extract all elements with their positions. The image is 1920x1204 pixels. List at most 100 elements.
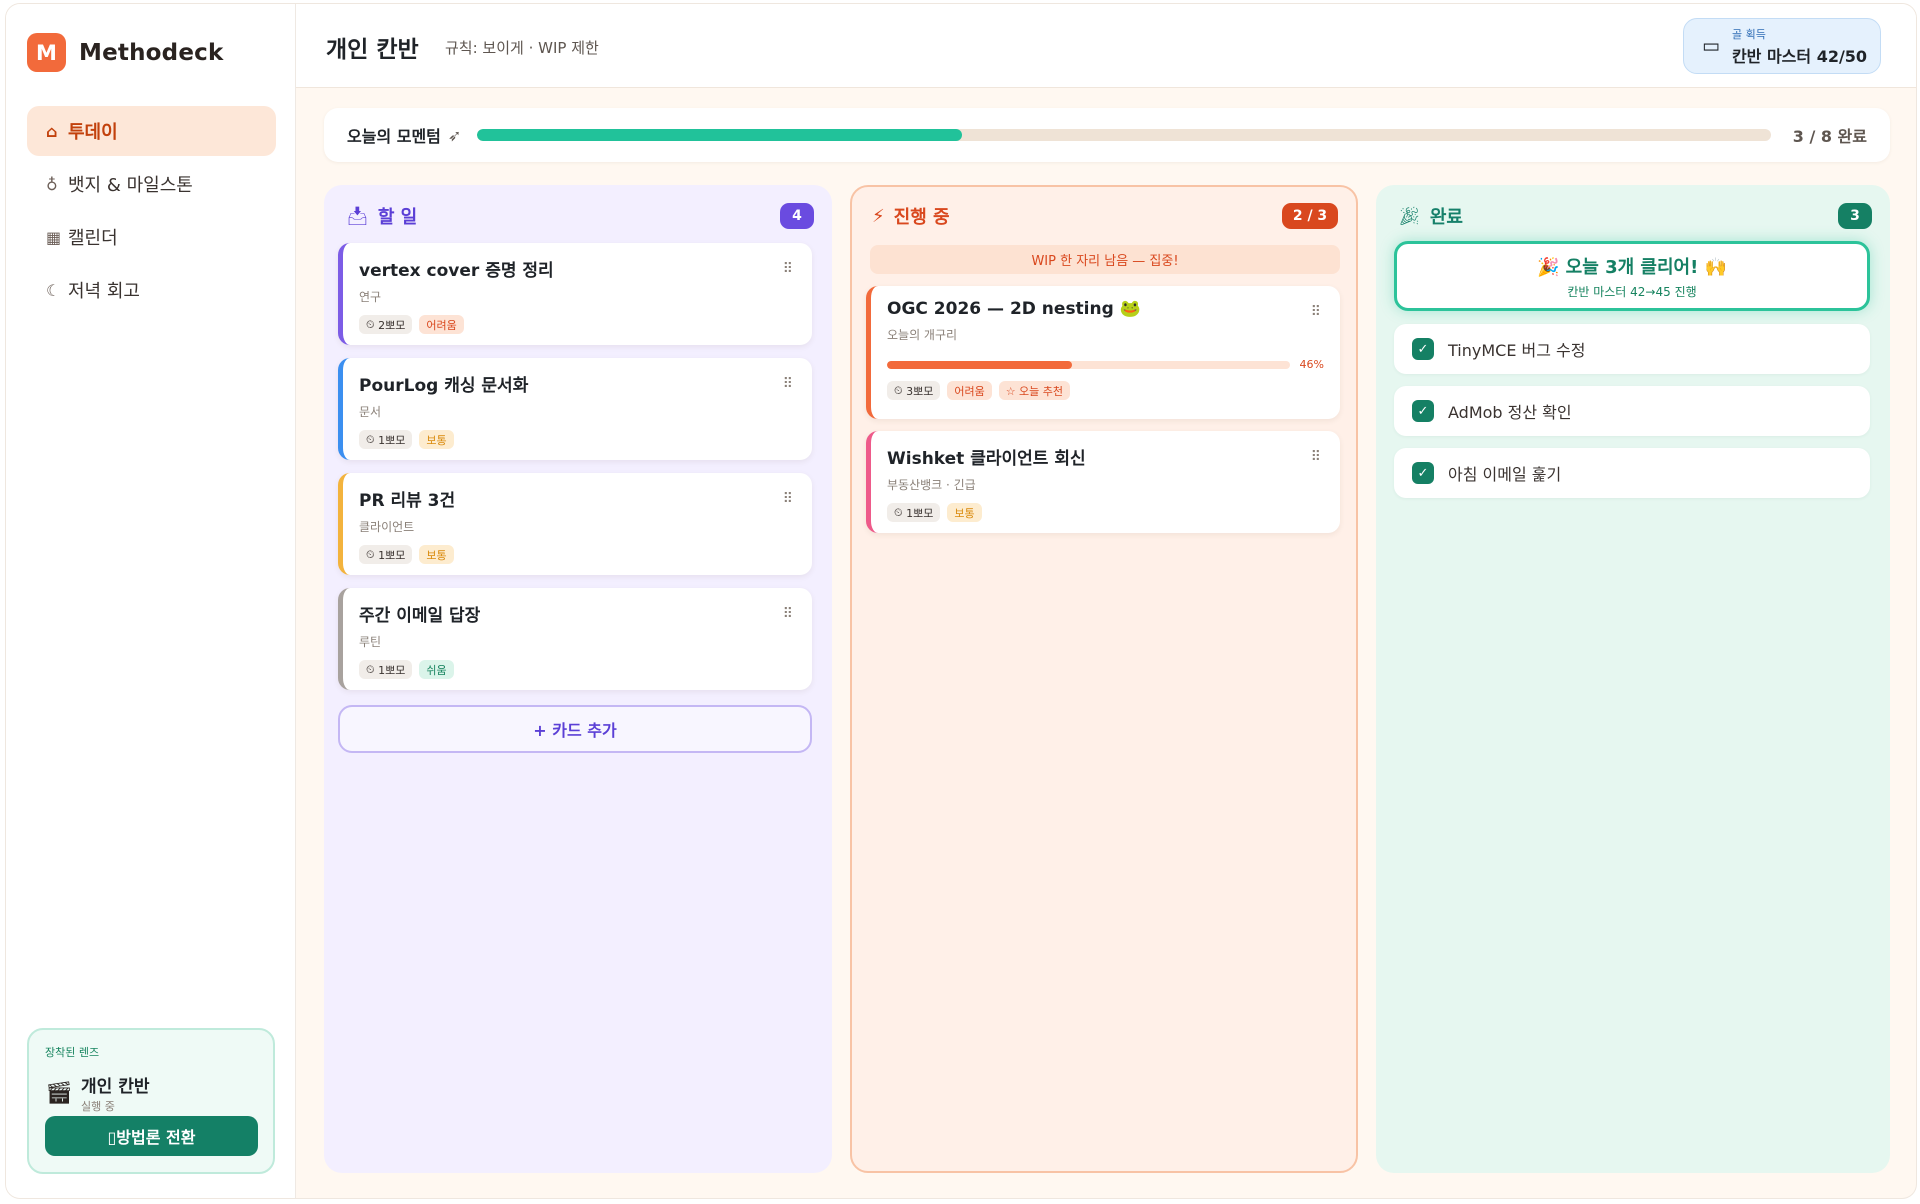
lens-panel: 장착된 렌즈 🎬︎ 개인 칸반 실행 중 ▯방법론 전환 (27, 1028, 275, 1174)
sidebar-item-label: 저녁 회고 (68, 281, 140, 302)
pomodoro-chip: ⏲ 1뽀모 (359, 545, 413, 564)
task-card[interactable]: PourLog 캐싱 문서화 문서 ⏲ 1뽀모 보통 ⠿ (338, 358, 812, 460)
header: 개인 칸반 규칙: 보이게 · WIP 제한 ▭ 골 획득 칸반 마스터 42/… (296, 4, 1916, 88)
difficulty-chip: 보통 (419, 430, 454, 449)
lens-name: 개인 칸반 (81, 1077, 150, 1097)
drag-handle-icon[interactable]: ⠿ (783, 606, 793, 622)
done-item-label: TinyMCE 버그 수정 (1448, 341, 1586, 360)
card-category: 오늘의 개구리 (887, 328, 958, 342)
checkbox-checked-icon[interactable]: ✓ (1412, 462, 1434, 484)
column-title: 할 일 (377, 207, 418, 228)
app-window: M Methodeck ⌂ 투데이 ♁ 뱃지 & 마일스톤 ▦ 캘린더 ☾ 저녁… (6, 4, 1916, 1198)
timer-icon: ⏲ (366, 662, 379, 676)
task-card[interactable]: vertex cover 증명 정리 연구 ⏲ 2뽀모 어려움 ⠿ (338, 243, 812, 345)
column-todo: 📥︎ 할 일 4 vertex cover 증명 정리 연구 ⏲ 2뽀모 어려움… (324, 185, 832, 1173)
drag-handle-icon[interactable]: ⠿ (783, 491, 793, 507)
card-progress-percent: 46% (1299, 358, 1324, 371)
clear-subtitle: 칸반 마스터 42→45 진행 (1567, 284, 1697, 299)
timer-icon: ⏲ (366, 432, 379, 446)
sidebar-item-calendar[interactable]: ▦ 캘린더 (27, 212, 276, 262)
sidebar-item-evening-review[interactable]: ☾ 저녁 회고 (27, 265, 276, 315)
switch-methodology-button[interactable]: ▯방법론 전환 (45, 1116, 258, 1156)
momentum-count: 3 / 8 완료 (1792, 127, 1867, 146)
card-title: Wishket 클라이언트 회신 (887, 449, 1086, 469)
momentum-label: 오늘의 모멘텀 (347, 127, 441, 146)
card-category: 문서 (359, 405, 382, 419)
card-category: 연구 (359, 290, 382, 304)
column-done: 🎉︎ 완료 3 🎉 오늘 3개 클리어! 🙌 칸반 마스터 42→45 진행 ✓… (1376, 185, 1890, 1173)
sidebar-item-label: 캘린더 (68, 228, 118, 249)
card-title: OGC 2026 — 2D nesting 🐸 (887, 299, 1141, 319)
brand-logo: M (27, 33, 66, 72)
task-card[interactable]: 주간 이메일 답장 루틴 ⏲ 1뽀모 쉬움 ⠿ (338, 588, 812, 690)
sidebar: M Methodeck ⌂ 투데이 ♁ 뱃지 & 마일스톤 ▦ 캘린더 ☾ 저녁… (6, 4, 296, 1198)
card-progress (887, 360, 1290, 369)
task-card[interactable]: Wishket 클라이언트 회신 부동산뱅크 · 긴급 ⏲ 1뽀모 보통 ⠿ (866, 431, 1340, 533)
momentum-bar: 오늘의 모멘텀 ➶ 3 / 8 완료 (324, 108, 1890, 162)
sidebar-item-today[interactable]: ⌂ 투데이 (27, 106, 276, 156)
clear-title: 🎉 오늘 3개 클리어! 🙌 (1537, 256, 1727, 278)
wip-notice: WIP 한 자리 남음 — 집중! (870, 245, 1340, 274)
column-count: 4 (780, 203, 814, 229)
sidebar-item-badges[interactable]: ♁ 뱃지 & 마일스톤 (27, 159, 276, 209)
calendar-icon: ▦ (46, 227, 62, 247)
rocket-icon: ➶ (447, 125, 462, 145)
brand-name: Methodeck (79, 39, 224, 66)
done-item-label: AdMob 정산 확인 (1448, 403, 1572, 422)
brand[interactable]: M Methodeck (27, 33, 223, 72)
timer-icon: ⏲ (366, 547, 379, 561)
home-icon: ⌂ (46, 121, 58, 141)
medal-icon: ♁ (46, 174, 58, 194)
difficulty-chip: 어려움 (947, 381, 992, 400)
pomodoro-chip: ⏲ 1뽀모 (887, 503, 941, 522)
clapperboard-icon: ▭ (1702, 35, 1720, 57)
difficulty-chip: 쉬움 (419, 660, 454, 679)
difficulty-chip: 보통 (947, 503, 982, 522)
lens-status: 실행 중 (81, 1100, 115, 1113)
lens-caption: 장착된 렌즈 (45, 1046, 100, 1059)
drag-handle-icon[interactable]: ⠿ (1311, 449, 1321, 465)
card-category: 루틴 (359, 635, 382, 649)
task-card[interactable]: OGC 2026 — 2D nesting 🐸 오늘의 개구리 46% ⏲ 3뽀… (866, 286, 1340, 419)
task-card[interactable]: PR 리뷰 3건 클라이언트 ⏲ 1뽀모 보통 ⠿ (338, 473, 812, 575)
momentum-progress (477, 129, 1771, 141)
card-title: PR 리뷰 3건 (359, 491, 456, 511)
inbox-icon: 📥︎ (346, 205, 369, 227)
pomodoro-chip: ⏲ 3뽀모 (887, 381, 941, 400)
page-title: 개인 칸반 (326, 37, 419, 63)
page-rule: 규칙: 보이게 · WIP 제한 (445, 39, 599, 57)
bolt-icon: ⚡︎ (872, 205, 885, 227)
clear-banner: 🎉 오늘 3개 클리어! 🙌 칸반 마스터 42→45 진행 (1394, 241, 1870, 311)
add-card-button[interactable]: + 카드 추가 (338, 705, 812, 753)
card-category: 부동산뱅크 · 긴급 (887, 478, 976, 492)
column-count: 3 (1838, 203, 1872, 229)
done-item[interactable]: ✓ 아침 이메일 훑기 (1394, 448, 1870, 498)
card-category: 클라이언트 (359, 520, 415, 534)
pomodoro-chip: ⏲ 2뽀모 (359, 315, 413, 334)
difficulty-chip: 보통 (419, 545, 454, 564)
timer-icon: ⏲ (366, 317, 379, 331)
pomodoro-chip: ⏲ 1뽀모 (359, 660, 413, 679)
done-item[interactable]: ✓ AdMob 정산 확인 (1394, 386, 1870, 436)
card-progress-fill (887, 360, 1073, 369)
goal-value: 칸반 마스터 42/50 (1731, 46, 1868, 66)
card-title: vertex cover 증명 정리 (359, 261, 554, 281)
sidebar-nav: ⌂ 투데이 ♁ 뱃지 & 마일스톤 ▦ 캘린더 ☾ 저녁 회고 (27, 106, 276, 318)
checkbox-checked-icon[interactable]: ✓ (1412, 338, 1434, 360)
clapperboard-icon: 🎬︎ (45, 1080, 73, 1106)
card-title: 주간 이메일 답장 (359, 606, 481, 626)
done-item[interactable]: ✓ TinyMCE 버그 수정 (1394, 324, 1870, 374)
drag-handle-icon[interactable]: ⠿ (783, 261, 793, 277)
recommend-chip: ☆ 오늘 추천 (998, 381, 1071, 400)
column-count: 2 / 3 (1282, 203, 1338, 229)
difficulty-chip: 어려움 (419, 315, 464, 334)
moon-icon: ☾ (46, 280, 61, 300)
column-title: 완료 (1429, 207, 1463, 228)
drag-handle-icon[interactable]: ⠿ (783, 376, 793, 392)
pomodoro-chip: ⏲ 1뽀모 (359, 430, 413, 449)
done-item-label: 아침 이메일 훑기 (1448, 465, 1562, 484)
column-title: 진행 중 (893, 207, 950, 228)
checkbox-checked-icon[interactable]: ✓ (1412, 400, 1434, 422)
drag-handle-icon[interactable]: ⠿ (1311, 304, 1321, 320)
goal-badge[interactable]: ▭ 골 획득 칸반 마스터 42/50 (1683, 18, 1881, 74)
